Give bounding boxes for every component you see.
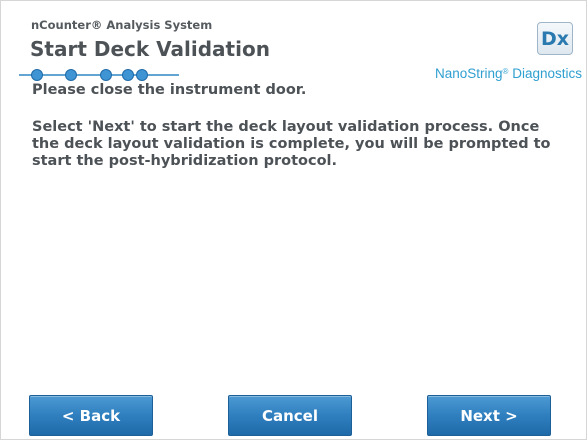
progress-step-3 [100, 69, 112, 81]
progress-indicator [19, 68, 179, 82]
next-button[interactable]: Next > [427, 395, 551, 436]
brand-suffix: Diagnostics [508, 66, 582, 81]
instruction-close-door: Please close the instrument door. [32, 82, 307, 98]
progress-step-2 [65, 69, 77, 81]
dx-badge-icon: Dx [537, 22, 573, 55]
brand-logo: NanoString® Diagnostics [435, 66, 582, 81]
progress-step-1 [31, 69, 43, 81]
page-title: Start Deck Validation [30, 37, 270, 61]
instruction-next-step: Select 'Next' to start the deck layout v… [32, 119, 551, 169]
progress-step-5 [136, 69, 148, 81]
back-button[interactable]: < Back [29, 395, 153, 436]
progress-step-4 [122, 69, 134, 81]
system-name: nCounter® Analysis System [31, 18, 213, 32]
brand-name: NanoString [435, 66, 503, 81]
cancel-button[interactable]: Cancel [228, 395, 352, 436]
app-window: nCounter® Analysis System Start Deck Val… [0, 0, 587, 440]
